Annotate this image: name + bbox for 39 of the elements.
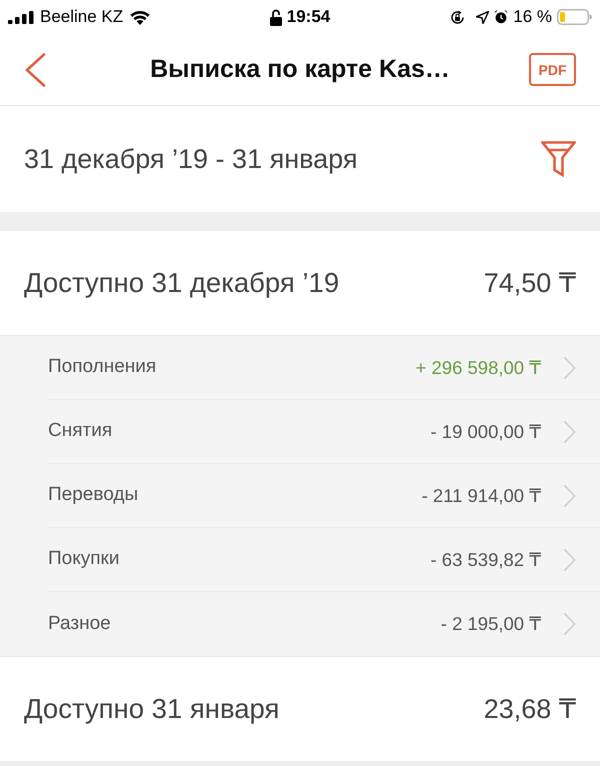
balance-amount: 23,68 ₸: [484, 692, 576, 726]
lock-icon: [270, 8, 282, 26]
category-name: Разное: [48, 612, 112, 636]
pdf-button[interactable]: PDF: [529, 53, 576, 86]
clock-time: 19:54: [286, 6, 330, 28]
alarm-clock-icon: [494, 10, 508, 24]
chevron-right-icon: [563, 484, 576, 508]
rotation-lock-icon: [450, 10, 466, 24]
category-row[interactable]: Пополнения + 296 598,00 ₸: [0, 336, 600, 400]
category-name: Пополнения: [48, 355, 158, 380]
category-amount: - 211 914,00 ₸: [422, 484, 541, 508]
chevron-right-icon: [563, 356, 576, 380]
balance-label: Доступно 31 января: [24, 692, 280, 726]
location-arrow-icon: [476, 10, 490, 24]
category-name: Покупки: [48, 547, 120, 572]
chevron-right-icon: [563, 420, 576, 444]
carrier-name: Beeline KZ: [40, 6, 124, 28]
balance-amount: 74,50 ₸: [484, 266, 576, 300]
category-name: Переводы: [48, 483, 140, 508]
wifi-icon: [129, 9, 152, 25]
chevron-right-icon: [563, 548, 576, 572]
category-amount: + 296 598,00 ₸: [416, 356, 541, 380]
category-name: Снятия: [48, 419, 114, 444]
filter-icon[interactable]: [541, 141, 576, 177]
category-row[interactable]: Разное - 2 195,00 ₸: [0, 592, 600, 656]
battery-icon: [557, 9, 592, 25]
screen-title: Выписка по карте Kas…: [150, 54, 450, 85]
chevron-right-icon: [563, 612, 576, 636]
category-row[interactable]: Переводы - 211 914,00 ₸: [0, 464, 600, 528]
date-range[interactable]: 31 декабря ’19 - 31 января: [24, 138, 358, 180]
category-row[interactable]: Покупки - 63 539,82 ₸: [0, 528, 600, 592]
back-button[interactable]: [24, 52, 46, 86]
category-amount: - 63 539,82 ₸: [430, 548, 541, 572]
battery-percent: 16 %: [513, 6, 552, 28]
category-amount: - 2 195,00 ₸: [440, 612, 541, 636]
category-amount: - 19 000,00 ₸: [430, 420, 541, 444]
balance-label: Доступно 31 декабря ’19: [24, 266, 340, 300]
signal-icon: [8, 10, 34, 24]
category-row[interactable]: Снятия - 19 000,00 ₸: [0, 400, 600, 464]
